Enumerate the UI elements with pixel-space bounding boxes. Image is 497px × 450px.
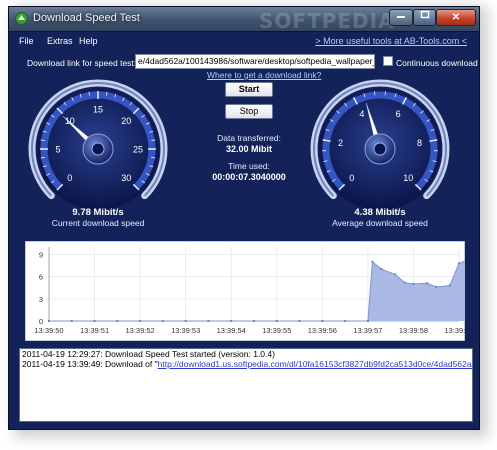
chart-data-point	[48, 320, 50, 322]
chart-data-point	[116, 320, 119, 322]
chart-x-tick-label: 13:39:54	[217, 326, 246, 335]
chart-data-point	[298, 320, 301, 322]
chart-data-point	[366, 320, 369, 322]
data-transferred-label: Data transferred:	[217, 133, 281, 143]
chart-data-point	[321, 320, 324, 322]
minimize-button[interactable]	[389, 9, 413, 26]
chart-data-point	[448, 284, 451, 287]
log-line-0: 2011-04-19 12:29:27: Download Speed Test…	[20, 349, 472, 359]
current-gauge-tick-label: 25	[133, 145, 143, 155]
current-gauge-tick-label: 30	[121, 173, 131, 183]
maximize-icon	[420, 10, 429, 19]
start-button[interactable]: Start	[225, 82, 273, 97]
chart-x-tick-label: 13:39:58	[399, 326, 428, 335]
chart-data-point	[344, 320, 347, 322]
chart-data-point	[93, 320, 96, 322]
average-speed-value: 4.38 Mibit/s	[354, 207, 406, 218]
time-used-value: 00:00:07.3040000	[212, 172, 286, 182]
app-speed-icon	[15, 12, 28, 25]
time-used-label: Time used:	[228, 161, 270, 171]
chart-x-tick-label: 13:39:59	[444, 326, 465, 335]
minimize-icon	[397, 16, 405, 18]
menu-extras[interactable]: Extras	[47, 36, 73, 46]
current-gauge-tick-label: 15	[93, 105, 103, 115]
chart-x-tick-label: 13:39:56	[308, 326, 337, 335]
more-tools-link[interactable]: > More useful tools at AB-Tools.com <	[315, 36, 467, 46]
menu-help[interactable]: Help	[79, 36, 98, 46]
chart-data-point	[371, 260, 374, 263]
event-log[interactable]: 2011-04-19 12:29:27: Download Speed Test…	[19, 348, 473, 422]
softpedia-watermark: SOFTPEDIA	[259, 9, 395, 33]
stop-button[interactable]: Stop	[225, 104, 273, 119]
current-gauge-tick-label: 20	[121, 116, 131, 126]
chart-data-point	[230, 320, 233, 322]
chart-data-point	[161, 320, 164, 322]
average-gauge-tick-label: 8	[417, 138, 422, 148]
chart-x-tick-label: 13:39:53	[171, 326, 200, 335]
data-transferred-value: 32.00 Mibit	[225, 144, 272, 154]
chart-y-tick-label: 9	[39, 250, 43, 259]
chart-x-tick-label: 13:39:52	[126, 326, 155, 335]
window-title: Download Speed Test	[33, 12, 140, 24]
average-gauge-tick-label: 0	[349, 173, 354, 183]
log-line-1: 2011-04-19 13:39:49: Download of "http:/…	[20, 359, 472, 369]
chart-x-tick-label: 13:39:50	[34, 326, 63, 335]
maximize-button[interactable]	[413, 9, 436, 26]
continuous-download-checkbox[interactable]	[383, 56, 393, 66]
chart-y-tick-label: 0	[39, 317, 43, 326]
chart-data-point	[253, 320, 255, 322]
chart-data-point	[426, 282, 429, 285]
chart-data-point	[458, 262, 460, 265]
average-gauge-tick-label: 6	[396, 109, 401, 119]
log-download-link[interactable]: http://download1.us.softpedia.com/dl/10f…	[158, 359, 472, 369]
chart-data-point	[412, 283, 415, 285]
chart-data-point	[139, 320, 142, 322]
chart-data-point	[380, 268, 383, 271]
average-speed-caption: Average download speed	[332, 218, 428, 228]
average-gauge-hub-center	[373, 142, 387, 156]
chart-x-tick-label: 13:39:57	[353, 326, 382, 335]
chart-data-point	[207, 320, 210, 322]
chart-x-tick-label: 13:39:51	[80, 326, 109, 335]
current-gauge-tick-label: 0	[67, 173, 72, 183]
current-gauge-hub-center	[91, 142, 105, 156]
log-text-1: 2011-04-19 13:39:49: Download of "	[22, 359, 158, 369]
chart-data-point	[435, 285, 438, 288]
average-speed-gauge: 0 2 4 6 8 10	[310, 79, 450, 210]
close-button[interactable]: ✕	[436, 9, 476, 26]
download-link-label: Download link for speed test:	[27, 58, 137, 68]
chart-x-tick-label: 13:39:55	[262, 326, 291, 335]
menu-file[interactable]: File	[19, 36, 34, 46]
average-gauge-tick-label: 10	[403, 173, 413, 183]
average-gauge-tick-label: 2	[338, 138, 343, 148]
chart-data-point	[275, 320, 278, 322]
current-speed-caption: Current download speed	[51, 218, 145, 228]
log-text-0: 2011-04-19 12:29:27: Download Speed Test…	[22, 349, 275, 359]
chart-y-tick-label: 6	[39, 273, 43, 282]
chart-data-point	[403, 281, 406, 284]
chart-data-point	[70, 320, 73, 322]
title-bar[interactable]: Download Speed Test SOFTPEDIA ✕	[9, 7, 479, 33]
chart-data-point	[184, 320, 187, 322]
menu-bar: File Extras Help > More useful tools at …	[9, 34, 479, 50]
current-gauge-tick-label: 5	[55, 145, 60, 155]
average-gauge-tick-label: 4	[359, 109, 364, 119]
continuous-download-label[interactable]: Continuous download	[396, 58, 478, 68]
speed-history-chart: 0 3 6 9 13:39:50 13:39:51 13:39:52 13:39:53 13:3…	[25, 241, 465, 341]
download-link-input[interactable]: e/4dad562a/100143986/software/desktop/so…	[135, 54, 375, 69]
chart-data-point	[394, 273, 397, 276]
current-speed-gauge: 051015202530	[28, 79, 168, 210]
current-speed-value: 9.78 Mibit/s	[72, 207, 124, 218]
close-icon: ✕	[451, 12, 461, 23]
app-window: Download Speed Test SOFTPEDIA ✕ File Ext…	[8, 6, 480, 430]
chart-y-tick-label: 3	[39, 295, 43, 304]
